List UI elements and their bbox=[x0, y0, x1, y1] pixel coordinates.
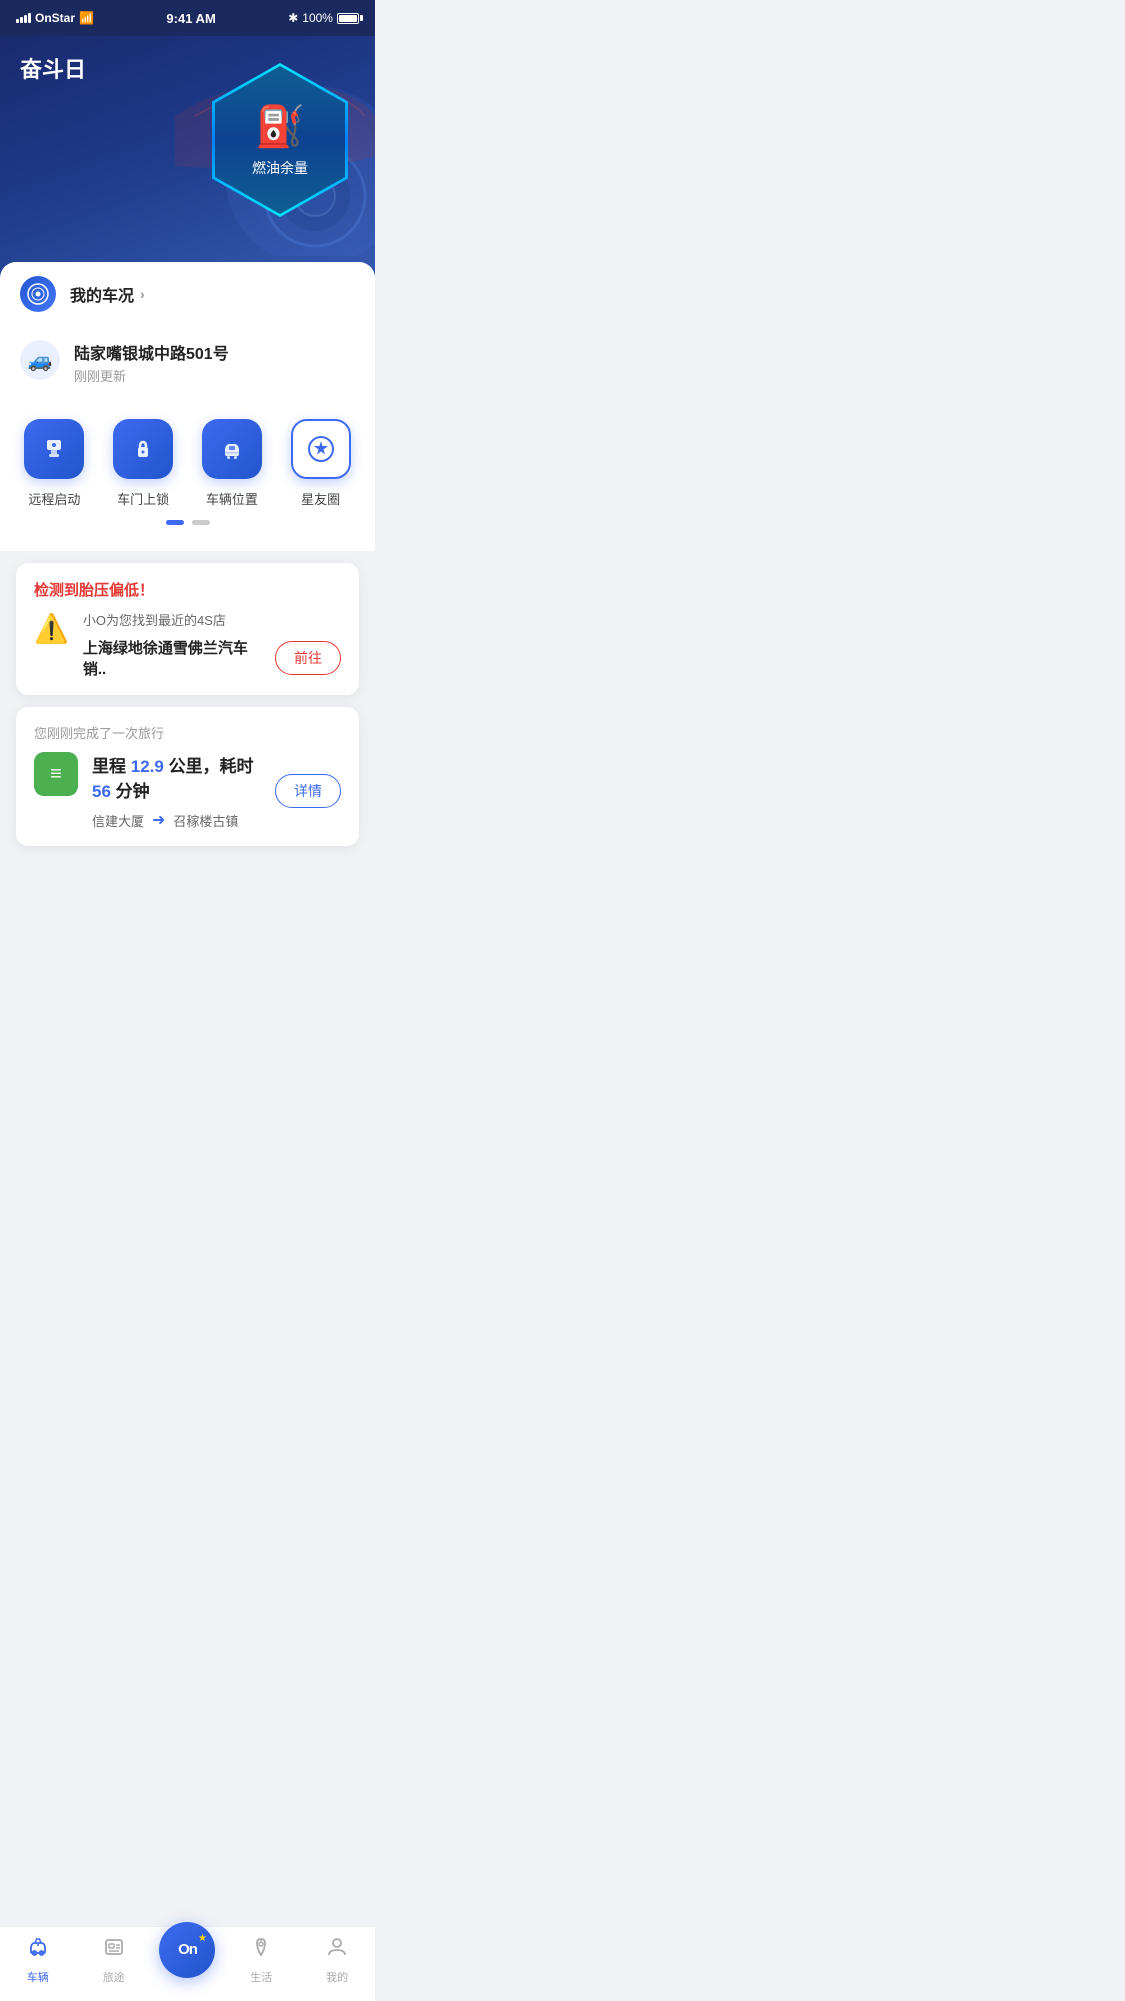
trip-icon-wrap: ≡ bbox=[34, 752, 78, 796]
battery-label: 100% bbox=[302, 11, 333, 25]
vehicle-location-icon bbox=[217, 434, 247, 464]
action-remote-start[interactable]: 远程启动 bbox=[14, 419, 94, 508]
nav-item-life[interactable]: 生活 bbox=[231, 1935, 291, 1985]
onstar-center-button[interactable]: On ★ bbox=[159, 1922, 215, 1978]
trip-card: 您刚刚完成了一次旅行 ≡ 里程 12.9 公里，耗时 56 分钟 信建大厦 ➜ … bbox=[16, 707, 359, 846]
action-vehicle-location[interactable]: 车辆位置 bbox=[192, 419, 272, 508]
car-status-bar[interactable]: 我的车况 › bbox=[0, 262, 375, 326]
trip-detail-button[interactable]: 详情 bbox=[275, 774, 341, 808]
fuel-pump-icon: ⛽ bbox=[255, 103, 305, 150]
wifi-icon: 📶 bbox=[79, 11, 94, 25]
star-circle-icon-wrap bbox=[291, 419, 351, 479]
hex-inner: ⛽ 燃油余量 bbox=[252, 103, 308, 178]
alert-card: 检测到胎压偏低！ ⚠️ 小O为您找到最近的4S店 上海绿地徐通雪佛兰汽车销.. … bbox=[16, 563, 359, 695]
location-card[interactable]: 🚙 陆家嘴银城中路501号 刚刚更新 bbox=[0, 326, 375, 399]
status-left: OnStar 📶 bbox=[16, 11, 94, 25]
alert-shop-name: 上海绿地徐通雪佛兰汽车销.. bbox=[83, 637, 265, 679]
trip-distance-unit: 公里，耗时 bbox=[169, 757, 254, 776]
signal-icon bbox=[16, 13, 31, 23]
battery-icon bbox=[337, 13, 359, 24]
actions-row: 远程启动 车门上锁 bbox=[0, 419, 375, 508]
car-status-title: 我的车况 › bbox=[70, 282, 355, 306]
door-lock-icon-wrap bbox=[113, 419, 173, 479]
nav-center-wrap[interactable]: On ★ bbox=[159, 1942, 215, 1978]
dot-active bbox=[166, 520, 184, 525]
bluetooth-icon: ✱ bbox=[288, 11, 298, 25]
nav-item-vehicle[interactable]: 车辆 bbox=[8, 1935, 68, 1985]
trip-route: 信建大厦 ➜ 召稼楼古镇 bbox=[92, 810, 261, 830]
remote-start-icon bbox=[39, 434, 69, 464]
action-star-circle[interactable]: 星友圈 bbox=[281, 419, 361, 508]
trip-to: 召稼楼古镇 bbox=[173, 811, 238, 830]
vehicle-location-icon-wrap bbox=[202, 419, 262, 479]
trip-icon: ≡ bbox=[50, 763, 62, 786]
car-location-icon: 🚙 bbox=[28, 348, 53, 373]
buick-logo-svg bbox=[26, 282, 50, 306]
carrier-label: OnStar bbox=[35, 11, 75, 25]
alert-shop-row: 上海绿地徐通雪佛兰汽车销.. 前往 bbox=[83, 637, 341, 679]
star-circle-label: 星友圈 bbox=[301, 489, 340, 508]
life-nav-icon bbox=[249, 1935, 273, 1965]
mine-nav-label: 我的 bbox=[326, 1969, 348, 1985]
buick-logo bbox=[20, 276, 56, 312]
vehicle-location-label: 车辆位置 bbox=[206, 489, 258, 508]
life-nav-label: 生活 bbox=[250, 1969, 272, 1985]
remote-start-label: 远程启动 bbox=[28, 489, 80, 508]
action-door-lock[interactable]: 车门上锁 bbox=[103, 419, 183, 508]
trip-stats: 里程 12.9 公里，耗时 56 分钟 bbox=[92, 752, 261, 802]
hexagon-shape: ⛽ 燃油余量 bbox=[215, 66, 345, 214]
onstar-logo-wrap: On ★ bbox=[178, 1941, 197, 1959]
location-icon-wrap: 🚙 bbox=[20, 340, 60, 380]
journey-nav-label: 旅途 bbox=[103, 1969, 125, 1985]
fuel-widget[interactable]: ⛽ 燃油余量 bbox=[215, 66, 345, 214]
alert-navigate-button[interactable]: 前往 bbox=[275, 641, 341, 675]
star-circle-icon bbox=[306, 434, 336, 464]
door-lock-icon bbox=[128, 434, 158, 464]
trip-arrow-icon: ➜ bbox=[152, 810, 165, 830]
remote-start-icon-wrap bbox=[24, 419, 84, 479]
trip-duration-unit: 分钟 bbox=[116, 782, 150, 801]
onstar-star-icon: ★ bbox=[198, 1933, 207, 1944]
trip-header: 您刚刚完成了一次旅行 bbox=[34, 723, 341, 742]
trip-duration-value: 56 bbox=[92, 782, 111, 801]
pagination-dots bbox=[0, 508, 375, 541]
alert-title: 检测到胎压偏低！ bbox=[34, 579, 341, 600]
mine-nav-icon bbox=[325, 1935, 349, 1965]
location-time: 刚刚更新 bbox=[74, 366, 229, 385]
trip-distance-label: 里程 bbox=[92, 757, 126, 776]
trip-content: 里程 12.9 公里，耗时 56 分钟 信建大厦 ➜ 召稼楼古镇 bbox=[92, 752, 261, 830]
nav-item-mine[interactable]: 我的 bbox=[307, 1935, 367, 1985]
location-text: 陆家嘴银城中路501号 刚刚更新 bbox=[74, 340, 229, 385]
status-right: ✱ 100% bbox=[288, 11, 359, 25]
car-status-text: 我的车况 › bbox=[70, 282, 355, 306]
trip-distance-value: 12.9 bbox=[131, 757, 164, 776]
alert-sub-text: 小O为您找到最近的4S店 bbox=[83, 610, 341, 629]
vehicle-nav-icon bbox=[26, 1935, 50, 1965]
chevron-icon: › bbox=[140, 286, 145, 302]
journey-nav-icon bbox=[102, 1935, 126, 1965]
fuel-label: 燃油余量 bbox=[252, 158, 308, 178]
alert-content: 小O为您找到最近的4S店 上海绿地徐通雪佛兰汽车销.. 前往 bbox=[83, 610, 341, 679]
trip-body: ≡ 里程 12.9 公里，耗时 56 分钟 信建大厦 ➜ 召稼楼古镇 详情 bbox=[34, 752, 341, 830]
warning-triangle-icon: ⚠️ bbox=[34, 612, 69, 645]
location-address: 陆家嘴银城中路501号 bbox=[74, 340, 229, 364]
door-lock-label: 车门上锁 bbox=[117, 489, 169, 508]
onstar-on-label: On bbox=[178, 1941, 197, 1958]
dot-inactive bbox=[192, 520, 210, 525]
vehicle-nav-label: 车辆 bbox=[27, 1969, 49, 1985]
trip-from: 信建大厦 bbox=[92, 811, 144, 830]
alert-body: ⚠️ 小O为您找到最近的4S店 上海绿地徐通雪佛兰汽车销.. 前往 bbox=[34, 610, 341, 679]
time-label: 9:41 AM bbox=[166, 11, 215, 26]
quick-actions: 远程启动 车门上锁 bbox=[0, 399, 375, 551]
bottom-nav: 车辆 旅途 On ★ bbox=[0, 1926, 375, 2001]
hero-section: 奋斗日 ⛽ 燃油余量 我的车况 › bbox=[0, 36, 375, 326]
nav-item-journey[interactable]: 旅途 bbox=[84, 1935, 144, 1985]
status-bar: OnStar 📶 9:41 AM ✱ 100% bbox=[0, 0, 375, 36]
